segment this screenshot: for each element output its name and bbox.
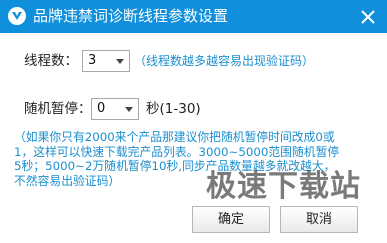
thread-count-select[interactable]: 3 — [82, 50, 130, 72]
thread-count-label: 线程数： — [24, 53, 78, 69]
random-pause-unit: 秒(1-30) — [146, 101, 201, 117]
help-note-line: 不然容易出验证码） — [14, 173, 121, 188]
help-note-line: 5秒；5000~2万随机暂停10秒,同步产品数量越多就改越大， — [14, 159, 336, 173]
settings-dialog: 品牌违禁词诊断线程参数设置 线程数： 3 （线程数越多越容易出现验证码） 随机暂… — [0, 0, 387, 243]
help-note-line: （如果你只有2000来个产品那建议你把随机暂停时间改成0或 — [14, 130, 335, 144]
title-bar: 品牌违禁词诊断线程参数设置 — [0, 0, 387, 33]
app-logo-icon — [8, 7, 26, 25]
random-pause-select[interactable]: 0 — [91, 98, 139, 120]
chevron-down-icon — [125, 107, 133, 112]
window-title: 品牌违禁词诊断线程参数设置 — [33, 7, 229, 25]
cancel-button[interactable]: 取消 — [280, 206, 358, 233]
random-pause-label: 随机暂停： — [24, 101, 92, 117]
thread-count-hint: （线程数越多越容易出现验证码） — [134, 54, 315, 68]
chevron-down-icon — [116, 59, 124, 64]
help-note: （如果你只有2000来个产品那建议你把随机暂停时间改成0或 1，这样可以快速下载… — [14, 130, 376, 188]
random-pause-value: 0 — [97, 101, 106, 116]
close-icon[interactable] — [359, 8, 377, 26]
help-note-line: 1，这样可以快速下载完产品列表。3000~5000范围随机暂停 — [14, 144, 340, 159]
ok-button[interactable]: 确定 — [192, 206, 270, 233]
thread-count-value: 3 — [88, 53, 97, 68]
